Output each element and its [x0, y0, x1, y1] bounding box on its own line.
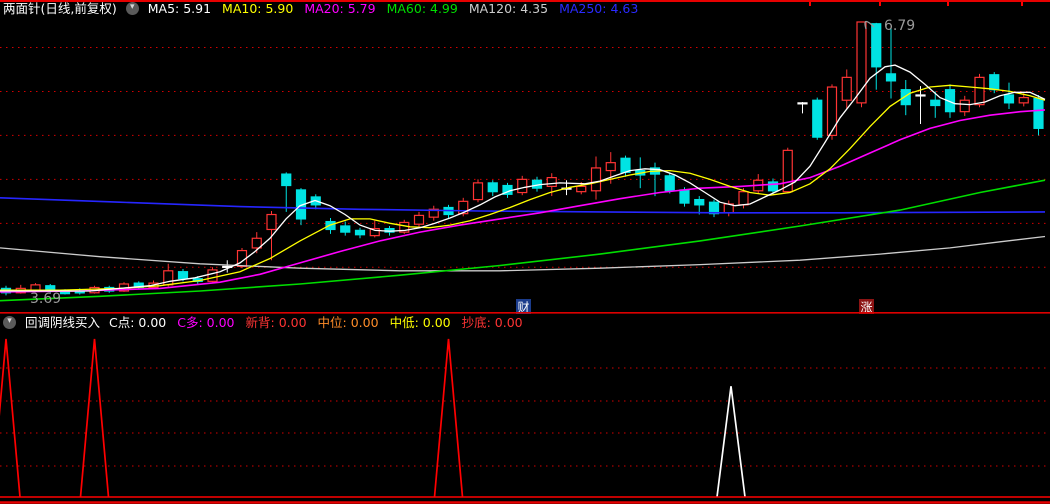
legend-item: C点: 0.00: [109, 315, 167, 330]
indicator-header: ▾ 回调阴线买入 C点: 0.00 C多: 0.00 新背: 0.00 中位: 0.0…: [3, 315, 523, 330]
candle-body: [546, 177, 557, 187]
legend-item: 中低: 0.00: [389, 315, 451, 330]
red-signal-spike: [0, 338, 21, 498]
candle-body: [472, 182, 484, 201]
candle-body: [576, 185, 587, 193]
legend-item: C多: 0.00: [177, 315, 235, 330]
candle-body: [281, 173, 292, 187]
candle-body: [1018, 96, 1029, 104]
candle-body: [900, 89, 911, 106]
high-price-label: 6.79: [884, 18, 915, 34]
indicator-params: C点: 0.00 C多: 0.00 新背: 0.00 中位: 0.00 中低: 0.00…: [109, 315, 523, 330]
candle-body: [679, 189, 690, 204]
stock-title: 两面针(日线,前复权): [3, 1, 117, 16]
candle-body: [30, 284, 41, 291]
candle-body: [413, 214, 425, 225]
legend-item: 中位: 0.00: [317, 315, 379, 330]
candle-body: [177, 271, 189, 280]
ma-line-ma120: [0, 235, 1046, 272]
candle-body: [738, 191, 749, 206]
candle-body: [694, 198, 705, 206]
candle-body: [826, 86, 838, 136]
candle-body: [517, 178, 528, 194]
candle-body: [812, 99, 823, 138]
low-price-label: 3.69: [30, 291, 61, 307]
candle-body: [841, 76, 852, 101]
candle-body: [354, 229, 366, 236]
candle-body: [974, 76, 985, 106]
candle-body: [915, 94, 926, 97]
ma-line-ma250: [0, 197, 1046, 214]
candles-group: [0, 21, 1044, 296]
candle-body: [1003, 94, 1015, 104]
candle-body: [871, 23, 882, 68]
legend-item: MA120: 4.35: [468, 1, 549, 16]
legend-item: MA20: 5.79: [304, 1, 376, 16]
indicator-title: 回调阴线买入: [25, 315, 101, 330]
legend-item: 新背: 0.00: [245, 315, 307, 330]
legend-item: MA250: 4.63: [559, 1, 639, 16]
tdx-chart-window: 两面针(日线,前复权) ▾ MA5: 5.91 MA10: 5.90 MA20: 5…: [0, 0, 1050, 504]
red-signal-spike: [433, 338, 464, 498]
candle-body: [930, 99, 941, 107]
main-chart-header: 两面针(日线,前复权) ▾ MA5: 5.91 MA10: 5.90 MA20: 5…: [3, 1, 638, 16]
candle-body: [207, 269, 218, 282]
candle-body: [959, 99, 970, 113]
red-signal-spike: [79, 338, 110, 498]
candle-body: [590, 167, 602, 192]
legend-item: 抄底: 0.00: [461, 315, 523, 330]
candle-body: [797, 102, 808, 105]
legend-item: MA60: 4.99: [386, 1, 458, 16]
candle-body: [989, 74, 1000, 91]
watermark-text: 财: [518, 301, 530, 315]
candle-body: [487, 182, 498, 193]
collapse-chevron-icon[interactable]: ▾: [3, 316, 16, 329]
candle-body: [620, 157, 631, 173]
indicator-signal-chart[interactable]: [0, 314, 1050, 504]
candle-body: [664, 175, 675, 192]
collapse-chevron-icon[interactable]: ▾: [125, 2, 139, 15]
candle-body: [266, 213, 277, 231]
main-candlestick-chart[interactable]: 6.79 3.69 财 涨: [0, 0, 1050, 314]
white-signal-spike: [716, 386, 746, 498]
ma-line-ma20: [0, 109, 1046, 293]
candle-body: [1033, 97, 1044, 129]
candle-body: [74, 291, 85, 294]
candle-body: [885, 73, 897, 82]
watermark-text: 涨: [861, 300, 873, 315]
candle-body: [605, 162, 616, 172]
ma-legend: MA5: 5.91 MA10: 5.90 MA20: 5.79 MA60: 4.99 M…: [148, 1, 639, 16]
candle-body: [340, 225, 351, 233]
legend-item: MA10: 5.90: [222, 1, 294, 16]
legend-item: MA5: 5.91: [147, 1, 212, 16]
